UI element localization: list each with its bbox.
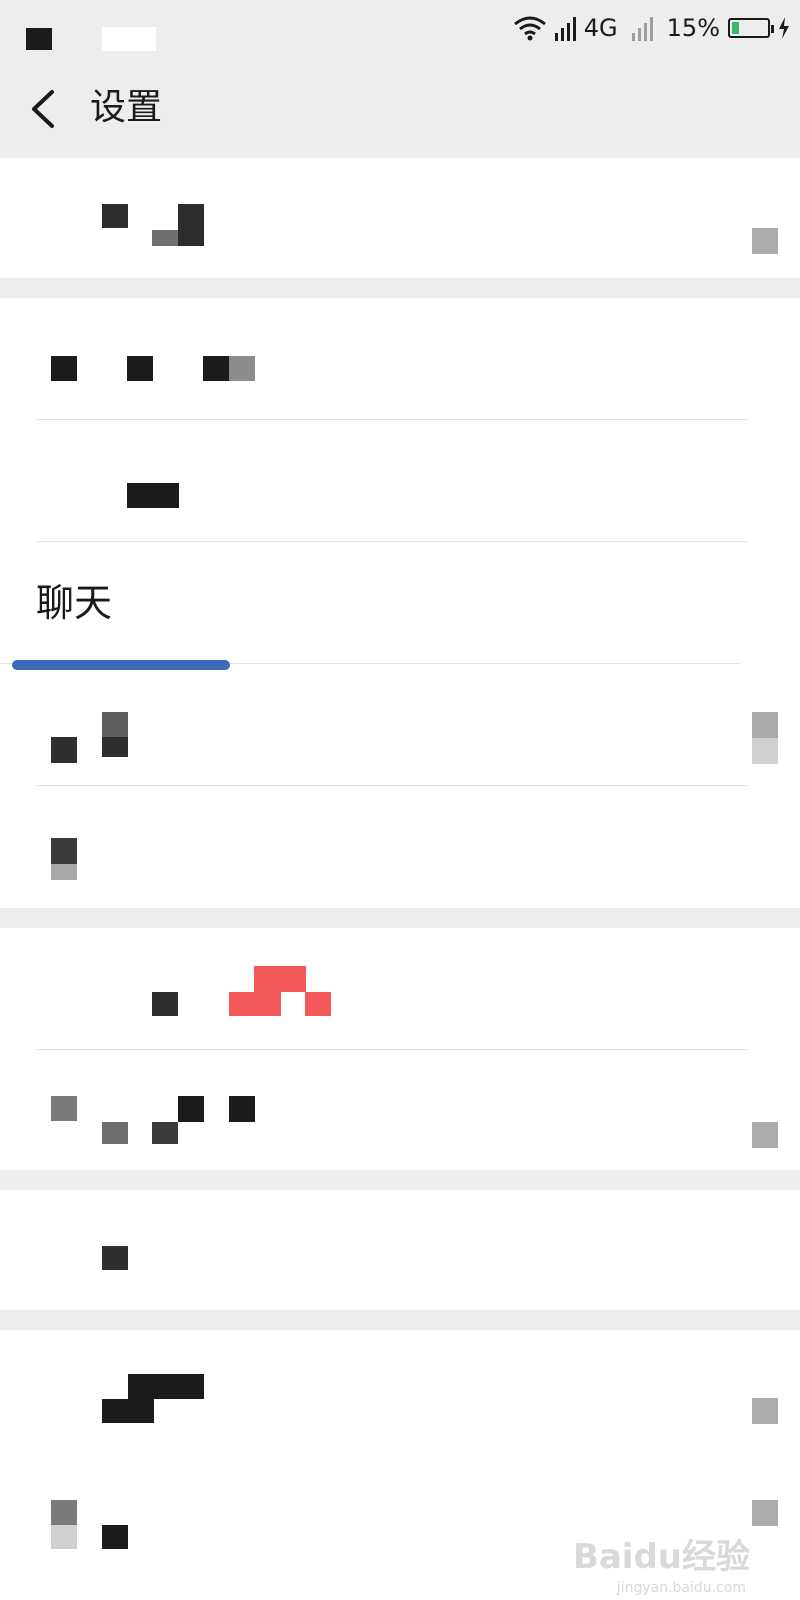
chevron-right-icon bbox=[752, 1122, 778, 1148]
settings-item-redacted[interactable] bbox=[0, 928, 800, 1050]
settings-item-redacted[interactable] bbox=[0, 1050, 800, 1172]
settings-item-label: 聊天 bbox=[36, 581, 113, 625]
charging-icon bbox=[779, 17, 789, 39]
settings-item-redacted[interactable] bbox=[0, 420, 800, 542]
settings-item-redacted[interactable] bbox=[0, 786, 800, 908]
chat-highlight-underline bbox=[12, 660, 230, 670]
settings-item-redacted[interactable] bbox=[0, 158, 800, 278]
settings-item-redacted[interactable] bbox=[0, 1330, 800, 1452]
notification-badge bbox=[254, 966, 306, 992]
watermark-logo: Baidu经验 bbox=[572, 1537, 750, 1577]
chevron-right-icon bbox=[752, 1500, 778, 1526]
nav-bar: 设置 bbox=[0, 60, 800, 159]
battery-icon bbox=[728, 18, 774, 38]
wifi-icon bbox=[513, 16, 546, 41]
settings-item-chat[interactable]: 聊天 bbox=[0, 542, 800, 664]
status-bar: 4G 15% bbox=[0, 0, 800, 60]
chevron-right-icon bbox=[752, 712, 778, 738]
settings-item-redacted[interactable] bbox=[0, 664, 800, 786]
chevron-right-icon bbox=[752, 1398, 778, 1424]
settings-item-redacted[interactable] bbox=[0, 298, 800, 420]
page-title: 设置 bbox=[90, 87, 163, 128]
status-indicators: 4G 15% bbox=[513, 10, 790, 46]
settings-group bbox=[0, 928, 800, 1170]
back-icon[interactable] bbox=[28, 88, 58, 130]
status-redacted-block bbox=[102, 27, 156, 51]
signal-icon bbox=[554, 15, 576, 41]
settings-group bbox=[0, 158, 800, 278]
settings-group bbox=[0, 1190, 800, 1310]
battery-percent: 15% bbox=[666, 14, 720, 42]
watermark-url: jingyan.baidu.com bbox=[616, 1580, 746, 1596]
status-redacted-block bbox=[26, 28, 52, 50]
settings-group: 聊天 bbox=[0, 298, 800, 908]
signal-icon bbox=[631, 15, 653, 41]
settings-item-redacted[interactable] bbox=[0, 1190, 800, 1310]
chevron-right-icon bbox=[752, 228, 778, 254]
network-type: 4G bbox=[583, 14, 618, 42]
